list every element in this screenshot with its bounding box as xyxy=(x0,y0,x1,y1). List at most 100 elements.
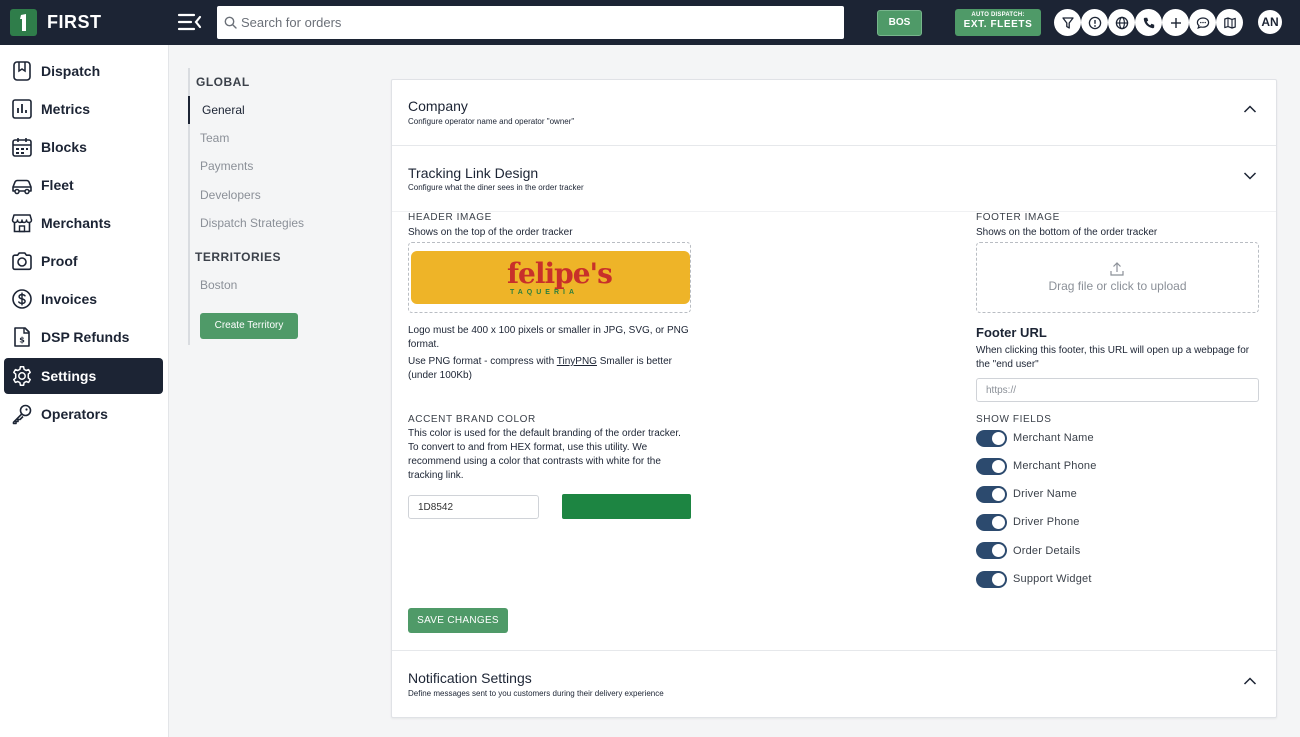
key-icon xyxy=(11,403,33,425)
settings-nav-territory-boston[interactable]: Boston xyxy=(200,278,237,292)
filter-icon[interactable] xyxy=(1054,9,1081,36)
menu-collapse-icon[interactable] xyxy=(177,11,203,33)
settings-nav-active-indicator xyxy=(188,96,190,124)
sidebar-item-dispatch[interactable]: Dispatch xyxy=(4,53,163,89)
chat-icon[interactable] xyxy=(1189,9,1216,36)
merchant-name-toggle-label: Merchant Name xyxy=(1013,432,1094,444)
sidebar-item-label: Operators xyxy=(41,406,108,422)
search-input[interactable] xyxy=(241,6,836,39)
sidebar-item-invoices[interactable]: Invoices xyxy=(4,281,163,317)
merchant-logo-subtext: TAQUERIA xyxy=(510,289,579,296)
settings-nav-dispatch-strategies[interactable]: Dispatch Strategies xyxy=(200,216,304,230)
car-icon xyxy=(11,174,33,196)
sidebar-item-label: Metrics xyxy=(41,101,91,117)
logo-compress-note: Use PNG format - compress with TinyPNG S… xyxy=(408,355,698,383)
merchant-name-toggle[interactable] xyxy=(976,430,1007,447)
header-image-label: HEADER IMAGE xyxy=(408,212,492,223)
company-section-subtitle: Configure operator name and operator "ow… xyxy=(408,117,575,126)
app-name: FIRST xyxy=(47,12,102,32)
auto-dispatch-button[interactable]: AUTO DISPATCH: EXT. FLEETS xyxy=(955,9,1041,36)
sidebar-item-label: Blocks xyxy=(41,139,87,155)
sidebar-item-merchants[interactable]: Merchants xyxy=(4,205,163,241)
globe-icon[interactable] xyxy=(1108,9,1135,36)
sidebar-item-label: DSP Refunds xyxy=(41,329,130,345)
sidebar-item-proof[interactable]: Proof xyxy=(4,243,163,279)
settings-nav-general[interactable]: General xyxy=(202,103,245,117)
sidebar-item-label: Proof xyxy=(41,253,78,269)
search-bar xyxy=(217,6,844,39)
create-territory-button[interactable]: Create Territory xyxy=(200,313,298,339)
section-divider xyxy=(392,650,1276,651)
info-icon[interactable] xyxy=(1081,9,1108,36)
driver-name-toggle[interactable] xyxy=(976,486,1007,503)
sidebar-item-fleet[interactable]: Fleet xyxy=(4,167,163,203)
merchant-phone-toggle-label: Merchant Phone xyxy=(1013,460,1097,472)
chevron-down-icon[interactable] xyxy=(1243,168,1257,180)
search-icon xyxy=(224,16,237,34)
header-image-description: Shows on the top of the order tracker xyxy=(408,227,573,238)
svg-text:$: $ xyxy=(19,336,25,345)
chevron-up-icon[interactable] xyxy=(1243,101,1257,113)
sidebar-item-label: Dispatch xyxy=(41,63,101,79)
sidebar-item-blocks[interactable]: Blocks xyxy=(4,129,163,165)
plus-icon[interactable] xyxy=(1162,9,1189,36)
driver-name-toggle-label: Driver Name xyxy=(1013,488,1077,500)
merchant-logo-text: felipe's xyxy=(507,257,613,290)
logo-size-note: Logo must be 400 x 100 pixels or smaller… xyxy=(408,325,689,350)
bos-button[interactable]: BOS xyxy=(877,10,922,36)
sidebar-item-label: Invoices xyxy=(41,291,98,307)
dollar-icon xyxy=(11,288,33,310)
compress-note-prefix: Use PNG format - compress with xyxy=(408,356,557,367)
save-changes-button[interactable]: SAVE CHANGES xyxy=(408,608,508,633)
camera-icon xyxy=(11,250,33,272)
accent-color-swatch[interactable] xyxy=(562,494,691,519)
settings-nav-developers[interactable]: Developers xyxy=(200,188,261,202)
footer-url-description: When clicking this footer, this URL will… xyxy=(976,345,1250,370)
chevron-up-icon[interactable] xyxy=(1243,673,1257,685)
footer-url-label: Footer URL xyxy=(976,325,1047,340)
metrics-icon xyxy=(11,98,33,120)
store-icon xyxy=(11,212,33,234)
auto-dispatch-value: EXT. FLEETS xyxy=(963,19,1033,30)
dispatch-icon xyxy=(11,60,33,82)
sidebar-item-label: Fleet xyxy=(41,177,74,193)
support-widget-toggle[interactable] xyxy=(976,571,1007,588)
top-bar: FIRST BOS AUTO DISPATCH: EXT. FLEETS AN xyxy=(0,0,1300,45)
sidebar-item-label: Settings xyxy=(41,368,97,384)
show-fields-label: SHOW FIELDS xyxy=(976,414,1052,425)
tinypng-link[interactable]: TinyPNG xyxy=(557,356,597,367)
footer-url-input[interactable] xyxy=(976,378,1259,402)
user-avatar[interactable]: AN xyxy=(1258,10,1282,34)
notifications-section-title[interactable]: Notification Settings xyxy=(408,670,532,686)
company-section-title[interactable]: Company xyxy=(408,98,468,114)
phone-icon[interactable] xyxy=(1135,9,1162,36)
tracking-section-title[interactable]: Tracking Link Design xyxy=(408,165,538,181)
gear-icon xyxy=(11,365,33,387)
section-divider xyxy=(392,145,1276,146)
settings-nav-payments[interactable]: Payments xyxy=(200,159,253,173)
notifications-section-subtitle: Define messages sent to you customers du… xyxy=(408,689,664,698)
merchant-phone-toggle[interactable] xyxy=(976,458,1007,475)
upload-prompt: Drag file or click to upload xyxy=(1048,279,1187,293)
driver-phone-toggle[interactable] xyxy=(976,514,1007,531)
settings-global-heading: GLOBAL xyxy=(196,75,250,89)
sidebar-item-label: Merchants xyxy=(41,215,112,231)
tracking-section-subtitle: Configure what the diner sees in the ord… xyxy=(408,183,584,192)
order-details-toggle[interactable] xyxy=(976,542,1007,559)
settings-nav-team[interactable]: Team xyxy=(200,131,229,145)
map-icon[interactable] xyxy=(1216,9,1243,36)
sidebar-item-operators[interactable]: Operators xyxy=(4,396,163,432)
logo-icon[interactable] xyxy=(10,9,37,36)
sidebar-item-dsp-refunds[interactable]: $ DSP Refunds xyxy=(4,319,163,355)
order-details-toggle-label: Order Details xyxy=(1013,545,1081,557)
footer-image-label: FOOTER IMAGE xyxy=(976,212,1060,223)
accent-color-description: This color is used for the default brand… xyxy=(408,428,681,481)
sidebar-item-metrics[interactable]: Metrics xyxy=(4,91,163,127)
auto-dispatch-caption: AUTO DISPATCH: xyxy=(971,12,1025,18)
section-divider xyxy=(392,211,1276,212)
settings-territories-heading: TERRITORIES xyxy=(195,250,281,264)
refund-icon: $ xyxy=(11,326,33,348)
sidebar-item-settings[interactable]: Settings xyxy=(4,358,163,394)
footer-image-description: Shows on the bottom of the order tracker xyxy=(976,227,1158,238)
accent-hex-input[interactable] xyxy=(408,495,539,519)
